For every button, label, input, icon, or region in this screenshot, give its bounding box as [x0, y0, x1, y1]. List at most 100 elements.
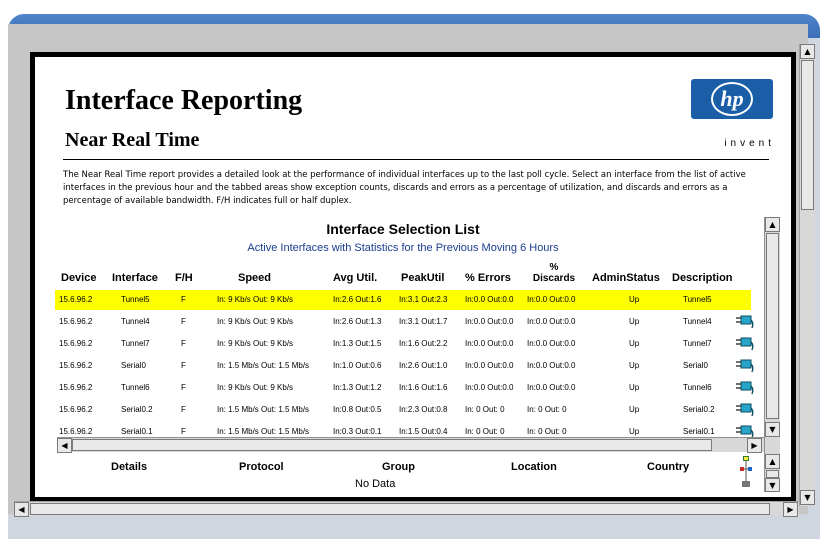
hp-logo: hp [691, 79, 773, 119]
cell-discards: In: 0 Out: 0 [527, 405, 567, 414]
table-row[interactable]: 15.6.96.2 Tunnel7 F In: 9 Kb/s Out: 9 Kb/s I… [55, 334, 754, 354]
cell-discards: In:0.0 Out:0.0 [527, 317, 576, 326]
col-header-speed: Speed [238, 272, 272, 284]
network-plug-icon[interactable] [735, 379, 755, 395]
table-row[interactable]: 15.6.96.2 Serial0.2 F In: 1.5 Mb/s Out: 1.5… [55, 400, 754, 420]
page-hscroll-thumb[interactable] [30, 503, 770, 515]
col-header-avg-util: Avg Util. [333, 272, 378, 284]
page-title: Interface Reporting [65, 85, 303, 116]
tree-network-icon[interactable] [739, 455, 753, 489]
cell-avg-util: In:1.3 Out:1.5 [333, 339, 382, 348]
cell-peak-util: In:2.6 Out:1.0 [399, 361, 448, 370]
cell-peak-util: In:1.6 Out:2.2 [399, 339, 448, 348]
cell-speed: In: 1.5 Mb/s Out: 1.5 Mb/s [217, 361, 310, 370]
cell-description: Serial0.1 [683, 427, 715, 436]
cell-errors: In: 0 Out: 0 [465, 427, 505, 436]
cell-description: Tunnel4 [683, 317, 712, 326]
hp-logo-tagline: invent [724, 138, 775, 149]
cell-admin-status: Up [629, 317, 640, 326]
cell-description: Tunnel5 [683, 295, 712, 304]
cell-interface: Tunnel7 [121, 339, 150, 348]
selection-vscroll-thumb[interactable] [766, 233, 779, 419]
details-vscroll-thumb[interactable] [766, 470, 779, 478]
cell-interface: Serial0.2 [121, 405, 153, 414]
selection-horizontal-scrollbar[interactable]: ◀ ▶ [57, 437, 764, 453]
cell-discards: In:0.0 Out:0.0 [527, 361, 576, 370]
page-vertical-scrollbar[interactable]: ▲ ▼ [799, 44, 815, 506]
cell-device: 15.6.96.2 [59, 383, 93, 392]
scroll-left-icon[interactable]: ◀ [14, 502, 29, 517]
cell-admin-status: Up [629, 427, 640, 436]
cell-speed: In: 9 Kb/s Out: 9 Kb/s [217, 317, 294, 326]
selection-hscroll-thumb[interactable] [72, 439, 712, 451]
cell-speed: In: 9 Kb/s Out: 9 Kb/s [217, 295, 294, 304]
cell-peak-util: In:3.1 Out:2.3 [399, 295, 448, 304]
page-subtitle: Near Real Time [65, 129, 200, 151]
network-plug-icon[interactable] [735, 335, 755, 351]
cell-errors: In: 0 Out: 0 [465, 405, 505, 414]
cell-fh: F [181, 405, 186, 414]
cell-errors: In:0.0 Out:0.0 [465, 295, 514, 304]
scroll-right-icon[interactable]: ▶ [747, 438, 762, 453]
cell-fh: F [181, 295, 186, 304]
col-header-discards: % Discards [525, 262, 583, 284]
network-plug-icon[interactable] [735, 401, 755, 417]
col-header-errors: % Errors [465, 272, 511, 284]
col-header-description: Description [672, 272, 733, 284]
cell-interface: Serial0.1 [121, 427, 153, 436]
col-header-peak-util: PeakUtil [401, 272, 445, 284]
scroll-up-icon[interactable]: ▲ [765, 454, 780, 469]
table-row[interactable]: 15.6.96.2 Tunnel5 F In: 9 Kb/s Out: 9 Kb/s I… [55, 290, 751, 310]
cell-interface: Tunnel6 [121, 383, 150, 392]
scroll-left-icon[interactable]: ◀ [57, 438, 72, 453]
cell-fh: F [181, 383, 186, 392]
cell-speed: In: 9 Kb/s Out: 9 Kb/s [217, 383, 294, 392]
page-horizontal-scrollbar[interactable]: ◀ ▶ [14, 501, 799, 517]
cell-peak-util: In:3.1 Out:1.7 [399, 317, 448, 326]
cell-peak-util: In:1.6 Out:1.6 [399, 383, 448, 392]
cell-avg-util: In:2.6 Out:1.3 [333, 317, 382, 326]
col-header-admin-status: AdminStatus [592, 272, 660, 284]
cell-description: Serial0.2 [683, 405, 715, 414]
cell-peak-util: In:1.5 Out:0.4 [399, 427, 448, 436]
page-vscroll-thumb[interactable] [801, 60, 814, 210]
cell-avg-util: In:0.8 Out:0.5 [333, 405, 382, 414]
scroll-right-icon[interactable]: ▶ [783, 502, 798, 517]
cell-description: Tunnel6 [683, 383, 712, 392]
cell-device: 15.6.96.2 [59, 339, 93, 348]
scroll-down-icon[interactable]: ▼ [800, 490, 815, 505]
details-header-group: Group [382, 461, 415, 473]
cell-discards: In: 0 Out: 0 [527, 427, 567, 436]
cell-fh: F [181, 317, 186, 326]
selection-vertical-scrollbar[interactable]: ▲ ▼ [764, 217, 780, 454]
scroll-down-icon[interactable]: ▼ [765, 478, 780, 492]
cell-peak-util: In:2.3 Out:0.8 [399, 405, 448, 414]
col-header-device: Device [61, 272, 97, 284]
cell-errors: In:0.0 Out:0.0 [465, 383, 514, 392]
cell-avg-util: In:0.3 Out:0.1 [333, 427, 382, 436]
details-vertical-scrollbar[interactable]: ▲ ▼ [764, 454, 780, 492]
cell-admin-status: Up [629, 405, 640, 414]
title-divider [63, 159, 769, 160]
cell-device: 15.6.96.2 [59, 405, 93, 414]
cell-errors: In:0.0 Out:0.0 [465, 339, 514, 348]
hp-logo-mark: hp [711, 82, 753, 116]
scroll-up-icon[interactable]: ▲ [765, 217, 780, 232]
network-plug-icon[interactable] [735, 313, 755, 329]
selection-title: Interface Selection List [326, 221, 480, 237]
table-row[interactable]: 15.6.96.2 Tunnel4 F In: 9 Kb/s Out: 9 Kb/s I… [55, 312, 754, 332]
selection-subtitle: Active Interfaces with Statistics for th… [247, 242, 559, 254]
cell-fh: F [181, 361, 186, 370]
cell-interface: Tunnel4 [121, 317, 150, 326]
report-description: The Near Real Time report provides a det… [63, 170, 746, 206]
cell-fh: F [181, 339, 186, 348]
cell-speed: In: 1.5 Mb/s Out: 1.5 Mb/s [217, 405, 310, 414]
cell-discards: In:0.0 Out:0.0 [527, 383, 576, 392]
cell-admin-status: Up [629, 339, 640, 348]
table-row[interactable]: 15.6.96.2 Serial0 F In: 1.5 Mb/s Out: 1.5 M… [55, 356, 754, 376]
scroll-up-icon[interactable]: ▲ [800, 44, 815, 59]
col-header-discards-pct: % [549, 262, 559, 273]
scroll-down-icon[interactable]: ▼ [765, 422, 780, 437]
table-row[interactable]: 15.6.96.2 Tunnel6 F In: 9 Kb/s Out: 9 Kb/s I… [55, 378, 754, 398]
network-plug-icon[interactable] [735, 357, 755, 373]
